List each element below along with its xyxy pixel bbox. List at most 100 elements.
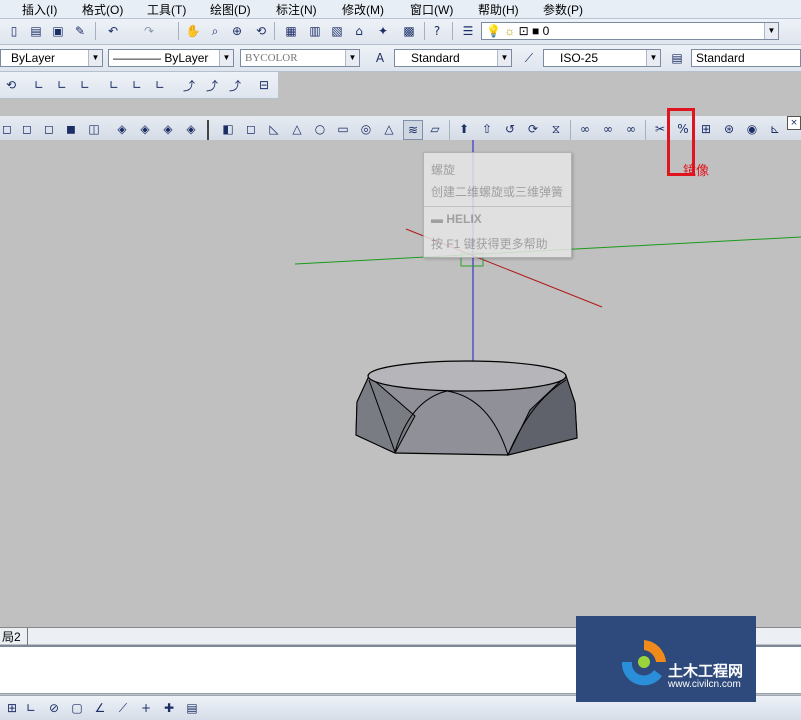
mirror-annotation-label: 镜像 [683,163,710,178]
pan-icon[interactable]: ✋ [184,22,202,40]
zoom-icon[interactable]: ⌕ [206,22,224,40]
iso-nw-icon[interactable]: ◈ [182,120,200,138]
close-icon[interactable]: × [787,116,801,130]
new-icon[interactable]: ▯ [5,22,23,40]
sweep-icon[interactable]: ↺ [501,120,519,138]
ducs-icon[interactable]: + [137,699,155,717]
box-icon[interactable]: ◻ [242,120,260,138]
layout-tab[interactable]: 局2 [2,628,28,645]
menu-modify[interactable]: 修改(M) [342,1,384,18]
menu-window[interactable]: 窗口(W) [410,1,453,18]
undo-icon[interactable]: ↶ [104,22,122,40]
properties-icon[interactable]: ▦ [282,22,300,40]
color-combo[interactable]: ByLayer ▼ [0,49,103,67]
watermark-logo [621,640,666,686]
ucs-face-icon[interactable]: ∟ [76,76,94,94]
dim-style-combo[interactable]: ISO-25 ▼ [543,49,661,67]
layer-icon[interactable]: ☰ [459,22,477,40]
otrack-icon[interactable]: ⟋ [114,699,132,717]
wedge-icon[interactable]: ◺ [265,120,283,138]
ucs-view-icon[interactable]: ∟ [105,76,123,94]
array3d-icon[interactable]: ⊞ [697,120,715,138]
calc-icon[interactable]: ▩ [400,22,418,40]
ortho-icon[interactable]: ⊘ [45,699,63,717]
cone-icon[interactable]: △ [288,120,306,138]
properties-toolbar: ByLayer ▼ ———— ByLayer ▼ BYCOLOR ▼ A Sta… [0,45,801,72]
helix-icon[interactable]: ≋ [403,120,423,140]
view-left-icon[interactable]: ◼ [62,120,80,138]
render-icon[interactable]: ◉ [743,120,761,138]
sphere-icon[interactable]: ○ [311,120,329,138]
table-style-combo[interactable]: Standard [691,49,801,67]
iso-ne-icon[interactable]: ◈ [159,120,177,138]
revolve-icon[interactable]: ⟳ [524,120,542,138]
text-style-combo[interactable]: Standard ▼ [394,49,512,67]
lineweight-combo[interactable]: BYCOLOR ▼ [240,49,360,67]
layer-combo[interactable]: 💡 ☼ ⊡ ■ 0 ▼ [481,22,779,40]
sheet-set-icon[interactable]: ⌂ [350,22,368,40]
loft-icon[interactable]: ⧖ [547,120,565,138]
menu-insert[interactable]: 插入(I) [22,1,57,18]
ucs-apply-icon[interactable]: ⊟ [255,76,273,94]
view-front-icon[interactable]: ◻ [18,120,36,138]
ucs-z-icon[interactable]: ⤴ [226,76,244,94]
ucs-object-icon[interactable]: ∟ [53,76,71,94]
planar-surface-icon[interactable]: ▱ [426,120,444,138]
lwt-icon[interactable]: ▤ [183,699,201,717]
polysolid-icon[interactable]: ◧ [219,120,237,138]
linetype-combo[interactable]: ———— ByLayer ▼ [108,49,234,67]
ucs-origin-icon[interactable]: ∟ [128,76,146,94]
design-center-icon[interactable]: ▥ [306,22,324,40]
torus-icon[interactable]: ◎ [357,120,375,138]
text-style-icon[interactable]: A [371,49,389,67]
presspull-icon[interactable]: ⇧ [478,120,496,138]
linetype-sample: ———— [113,51,165,65]
ucs-previous-icon[interactable]: ⟲ [2,76,20,94]
view-back-icon[interactable]: ◻ [40,120,58,138]
watermark-site: 土木工程网 [668,663,744,680]
save-icon[interactable]: ▣ [49,22,67,40]
menu-dimension[interactable]: 标注(N) [276,1,317,18]
subtract-icon[interactable]: ∞ [599,120,617,138]
snap-icon[interactable]: ⊞ [3,699,21,717]
cylinder-icon[interactable]: ▭ [334,120,352,138]
grid-icon[interactable]: ∟ [22,699,40,717]
tooltip-description: 创建二维螺旋或三维弹簧 [431,185,564,199]
table-style-icon[interactable]: ▤ [668,49,686,67]
menu-tools[interactable]: 工具(T) [147,1,186,18]
redo-icon[interactable]: ↷ [140,22,158,40]
menu-parameters[interactable]: 参数(P) [543,1,583,18]
markup-icon[interactable]: ✦ [374,22,392,40]
ucs-y-icon[interactable]: ⤴ [203,76,221,94]
iso-sw-icon[interactable]: ◈ [113,120,131,138]
drawing-canvas[interactable] [0,140,801,628]
zoom-window-icon[interactable]: ⊕ [228,22,246,40]
menu-help[interactable]: 帮助(H) [478,1,519,18]
dim-style-value: ISO-25 [560,51,599,65]
polar-icon[interactable]: ▢ [68,699,86,717]
ucs-world-icon[interactable]: ∟ [30,76,48,94]
open-icon[interactable]: ▤ [27,22,45,40]
command-icon: ▬ [431,212,443,226]
ucs-3point-icon[interactable]: ∟ [151,76,169,94]
help-icon[interactable]: ? [428,22,446,40]
pyramid-icon[interactable]: △ [380,120,398,138]
menu-format[interactable]: 格式(O) [82,1,123,18]
tool-palette-icon[interactable]: ▧ [328,22,346,40]
edit-icon[interactable]: ✎ [71,22,89,40]
menu-draw[interactable]: 绘图(D) [210,1,251,18]
ucs-x-icon[interactable]: ⤴ [180,76,198,94]
chevron-down-icon: ▼ [88,50,102,66]
union-icon[interactable]: ∞ [576,120,594,138]
align3d-icon[interactable]: ⊛ [720,120,738,138]
osnap-icon[interactable]: ∠ [91,699,109,717]
box-view-icon[interactable]: ◻ [0,120,16,138]
iso-se-icon[interactable]: ◈ [136,120,154,138]
extrude-icon[interactable]: ⬆ [455,120,473,138]
view-right-icon[interactable]: ◫ [85,120,103,138]
move3d-icon[interactable]: ⊾ [766,120,784,138]
dim-style-icon[interactable]: ⟋ [520,49,538,67]
intersect-icon[interactable]: ∞ [622,120,640,138]
zoom-previous-icon[interactable]: ⟲ [252,22,270,40]
dyn-icon[interactable]: ✚ [160,699,178,717]
